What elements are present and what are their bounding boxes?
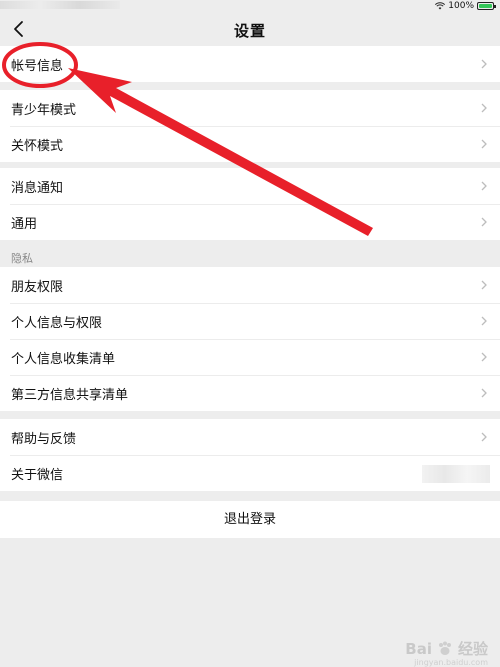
watermark-brand: Bai [405,639,432,658]
chevron-right-icon [481,352,487,362]
battery-icon [477,2,496,10]
settings-group-privacy: 朋友权限 个人信息与权限 个人信息收集清单 第三方信息共享清单 [0,267,500,411]
section-label-privacy: 隐私 [11,252,33,265]
settings-row-third-party-sharing-list[interactable]: 第三方信息共享清单 [0,375,500,411]
logout-button[interactable]: 退出登录 [0,501,500,538]
watermark: Bai 经验 jingyan.baidu.com [405,638,488,667]
settings-group-modes: 青少年模式 关怀模式 [0,90,500,162]
settings-row-label: 消息通知 [11,180,64,196]
settings-row-label: 通用 [11,216,38,232]
settings-group-account: 帐号信息 [0,46,500,82]
blurred-status-left [0,1,120,9]
settings-group-help: 帮助与反馈 关于微信 [0,419,500,491]
settings-row-care-mode[interactable]: 关怀模式 [0,126,500,162]
chevron-right-icon [481,316,487,326]
status-right: 100% [435,1,496,11]
chevron-right-icon [481,280,487,290]
settings-row-account-info[interactable]: 帐号信息 [0,46,500,82]
settings-row-label: 帮助与反馈 [11,431,77,447]
settings-row-info-collection-list[interactable]: 个人信息收集清单 [0,339,500,375]
settings-row-help-feedback[interactable]: 帮助与反馈 [0,419,500,455]
nav-bar: 设置 [0,12,500,46]
settings-row-about-wechat[interactable]: 关于微信 [0,455,500,491]
settings-row-friend-permissions[interactable]: 朋友权限 [0,267,500,303]
chevron-right-icon [481,59,487,69]
blurred-version-info [422,465,490,483]
settings-row-teen-mode[interactable]: 青少年模式 [0,90,500,126]
status-bar: 100% [0,0,500,12]
wifi-icon [435,2,446,10]
settings-group-general: 消息通知 通用 [0,168,500,240]
settings-row-label: 第三方信息共享清单 [11,387,129,403]
page-title: 设置 [233,22,266,40]
chevron-right-icon [481,432,487,442]
settings-row-general[interactable]: 通用 [0,204,500,240]
paw-icon [438,641,451,655]
chevron-right-icon [481,388,487,398]
settings-row-label: 朋友权限 [11,279,64,295]
settings-row-label: 关于微信 [11,467,64,483]
chevron-right-icon [481,181,487,191]
settings-row-label: 关怀模式 [11,138,64,154]
settings-row-label: 青少年模式 [11,102,77,118]
chevron-right-icon [481,139,487,149]
settings-row-notifications[interactable]: 消息通知 [0,168,500,204]
settings-row-personal-info-permissions[interactable]: 个人信息与权限 [0,303,500,339]
settings-row-label: 个人信息收集清单 [11,351,116,367]
watermark-domain: jingyan.baidu.com [414,658,488,667]
chevron-right-icon [481,217,487,227]
watermark-brand-2: 经验 [457,640,488,658]
chevron-right-icon [481,103,487,113]
battery-percent: 100% [448,1,474,11]
settings-row-label: 个人信息与权限 [11,315,103,331]
settings-row-label: 帐号信息 [11,58,64,74]
